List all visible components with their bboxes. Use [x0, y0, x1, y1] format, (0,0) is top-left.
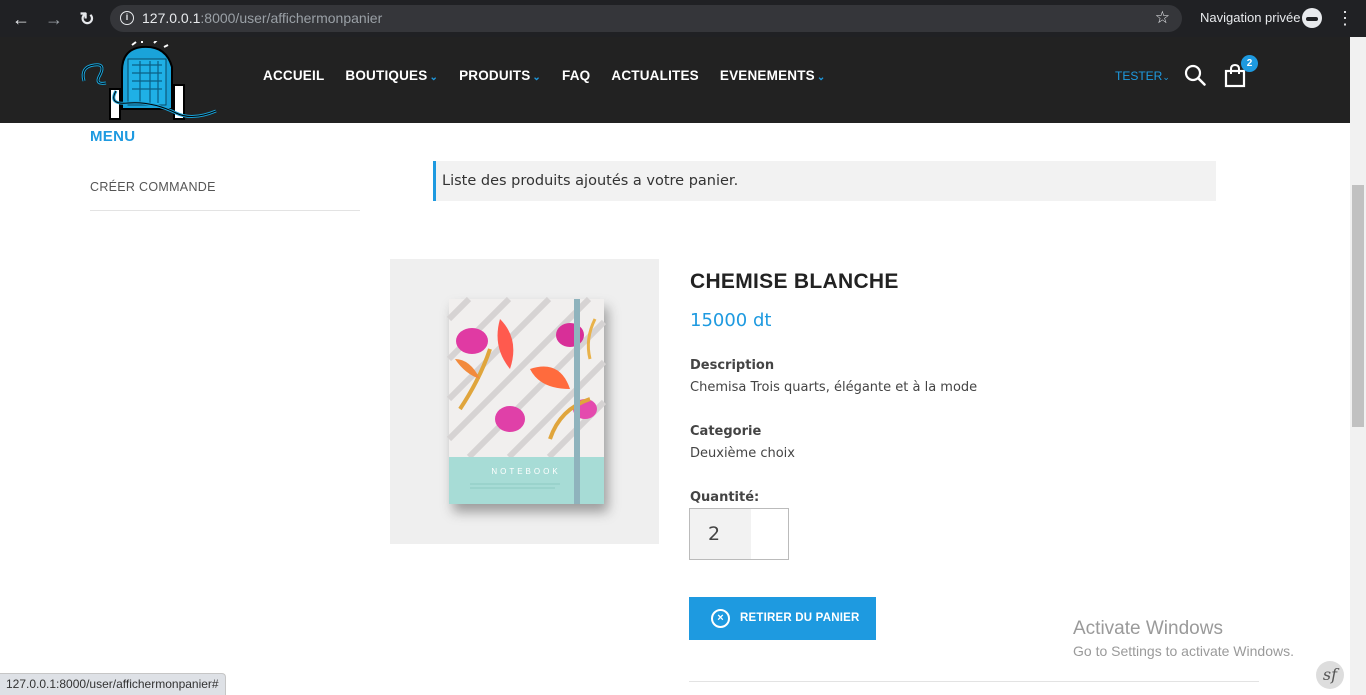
activation-watermark-subtitle: Go to Settings to activate Windows.: [1073, 643, 1294, 659]
scrollbar-thumb[interactable]: [1352, 185, 1364, 427]
site-logo[interactable]: [80, 41, 220, 123]
address-bar[interactable]: i 127.0.0.1:8000/user/affichermonpanier …: [110, 5, 1182, 32]
notice-text: Liste des produits ajoutés a votre panie…: [442, 173, 739, 189]
divider: [689, 681, 1259, 682]
cart-notice: Liste des produits ajoutés a votre panie…: [433, 161, 1216, 201]
symfony-toolbar-icon[interactable]: sf: [1316, 661, 1344, 689]
remove-button-label: RETIRER DU PANIER: [740, 612, 860, 624]
nav-boutiques[interactable]: BOUTIQUES ⌄: [345, 68, 438, 83]
chevron-down-icon: ⌄: [816, 72, 826, 83]
site-header: ACCUEIL BOUTIQUES ⌄ PRODUITS ⌄ FAQ ACTUALI…: [0, 37, 1350, 123]
close-circle-icon: ×: [711, 609, 730, 628]
link-status-bar: 127.0.0.1:8000/user/affichermonpanier#: [0, 673, 226, 695]
notebook-image: NOTEBOOK: [446, 296, 607, 504]
url-text[interactable]: 127.0.0.1:8000/user/affichermonpanier: [142, 10, 382, 26]
search-icon[interactable]: [1184, 64, 1206, 86]
reload-icon[interactable]: ↻: [75, 7, 99, 31]
description-value: Chemisa Trois quarts, élégante et à la m…: [690, 380, 978, 395]
private-browsing-label: Navigation privée: [1200, 10, 1301, 25]
back-icon[interactable]: ←: [9, 7, 33, 31]
chevron-down-icon: ⌄: [429, 72, 439, 83]
category-label: Categorie: [690, 424, 762, 439]
browser-toolbar: ← → ↻ i 127.0.0.1:8000/user/affichermonp…: [0, 0, 1366, 37]
product-name: CHEMISE BLANCHE: [690, 270, 899, 293]
browser-menu-icon[interactable]: ⋮: [1336, 8, 1354, 28]
quantity-label: Quantité:: [690, 490, 760, 505]
cart-count-badge: 2: [1241, 55, 1258, 72]
nav-faq[interactable]: FAQ: [562, 68, 590, 83]
nav-accueil[interactable]: ACCUEIL: [263, 68, 324, 83]
nav-actualites[interactable]: ACTUALITES: [611, 68, 699, 83]
description-label: Description: [690, 358, 775, 373]
divider: [90, 210, 360, 211]
page-scrollbar[interactable]: [1350, 37, 1366, 695]
product-image: NOTEBOOK: [390, 259, 659, 544]
bookmark-star-icon[interactable]: ☆: [1155, 8, 1170, 28]
quantity-field[interactable]: 2: [689, 508, 789, 560]
user-menu[interactable]: TESTER⌄: [1115, 69, 1170, 83]
main-navigation: ACCUEIL BOUTIQUES ⌄ PRODUITS ⌄ FAQ ACTUALI…: [263, 68, 847, 83]
chevron-down-icon: ⌄: [532, 72, 542, 83]
info-icon[interactable]: i: [120, 11, 134, 25]
quantity-value[interactable]: 2: [690, 509, 751, 559]
sidebar-item-creer-commande[interactable]: CRÉER COMMANDE: [90, 180, 216, 194]
incognito-icon[interactable]: [1302, 8, 1322, 28]
remove-from-cart-button[interactable]: × RETIRER DU PANIER: [689, 597, 876, 640]
notebook-label: NOTEBOOK: [491, 467, 560, 476]
activation-watermark-title: Activate Windows: [1073, 618, 1223, 639]
chevron-down-icon: ⌄: [1162, 72, 1170, 82]
category-value: Deuxième choix: [690, 446, 795, 461]
product-price: 15000 dt: [690, 310, 772, 331]
sidebar-title: MENU: [90, 128, 136, 145]
nav-evenements[interactable]: EVENEMENTS ⌄: [720, 68, 826, 83]
forward-icon[interactable]: →: [42, 7, 66, 31]
nav-produits[interactable]: PRODUITS ⌄: [459, 68, 541, 83]
